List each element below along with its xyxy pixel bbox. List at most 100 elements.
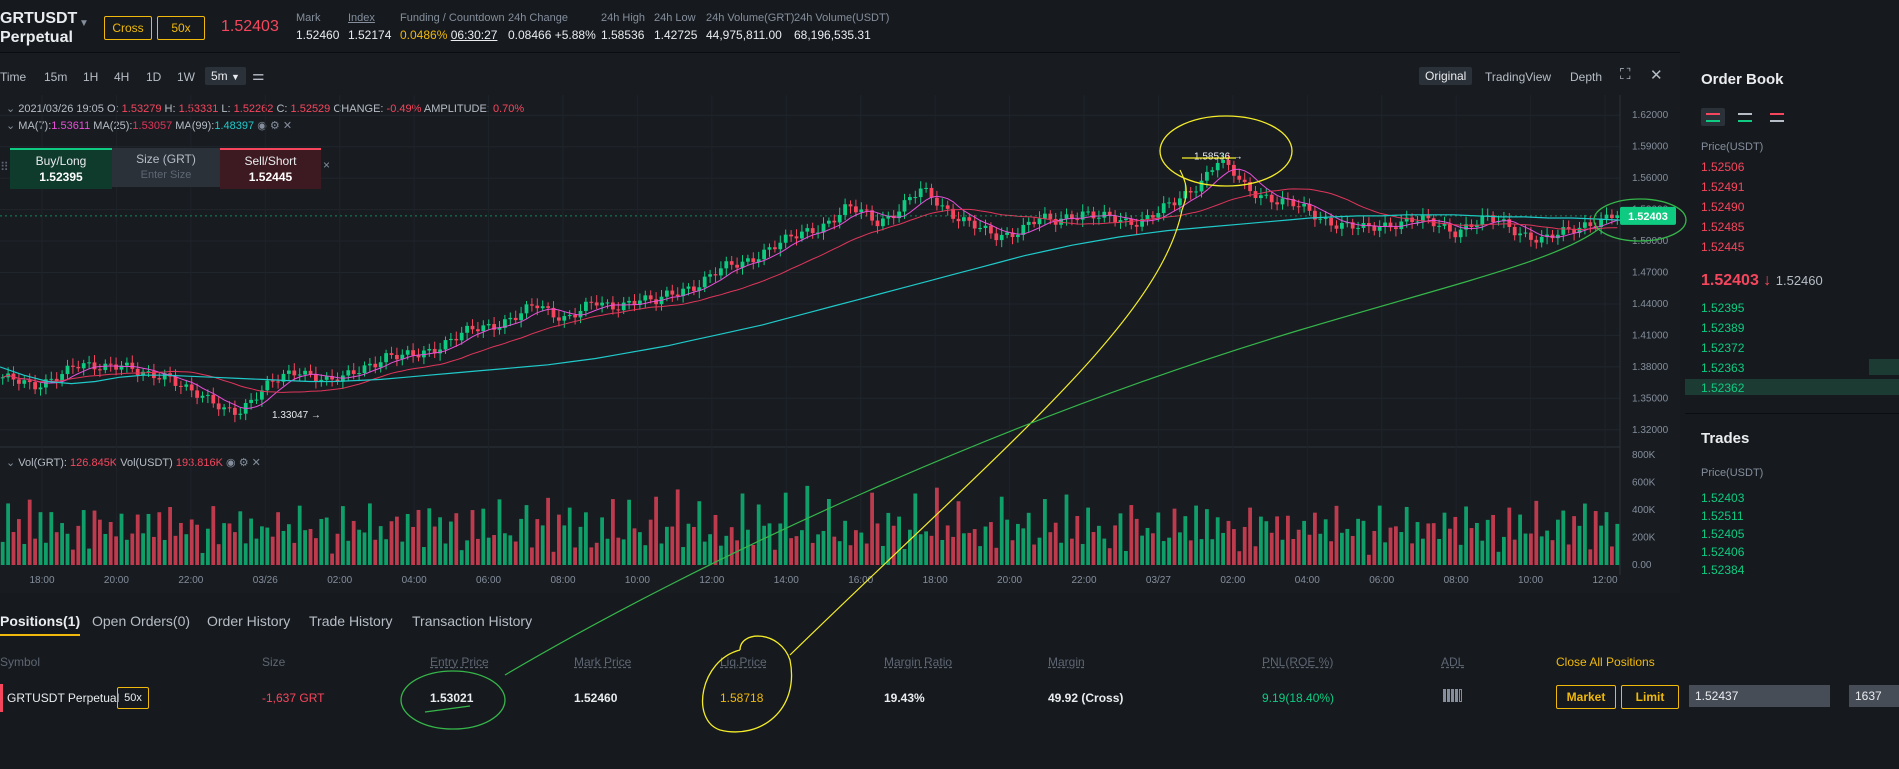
candle-body: [875, 220, 880, 227]
limit-close-button[interactable]: Limit: [1621, 685, 1679, 709]
volume-bar: [870, 492, 874, 565]
volume-bar: [1383, 542, 1387, 565]
tab-open-orders[interactable]: Open Orders(0): [92, 613, 190, 629]
volume-bar: [578, 526, 583, 565]
chevron-down-icon[interactable]: ▼: [79, 18, 89, 29]
view-tradingview-tab[interactable]: TradingView: [1485, 70, 1551, 84]
book-both-view-icon[interactable]: [1701, 108, 1725, 126]
candle-body: [627, 300, 631, 303]
interval-5m-dropdown[interactable]: 5m ▼: [205, 67, 246, 85]
bid-row[interactable]: 1.52363: [1701, 361, 1744, 375]
volume-bar: [1410, 543, 1414, 565]
ask-row[interactable]: 1.52490: [1701, 200, 1744, 214]
bid-row[interactable]: 1.52395: [1701, 301, 1744, 315]
tab-transaction-history[interactable]: Transaction History: [412, 613, 532, 629]
position-margin[interactable]: 49.92 (Cross): [1048, 691, 1123, 705]
interval-1h[interactable]: 1H: [83, 70, 98, 84]
close-all-positions-link[interactable]: Close All Positions: [1556, 655, 1655, 669]
leverage-button[interactable]: 50x: [157, 16, 205, 40]
candle-body: [1183, 191, 1188, 199]
close-quantity-input[interactable]: 1637: [1849, 685, 1899, 707]
candle-body: [179, 385, 183, 387]
view-depth-tab[interactable]: Depth: [1570, 70, 1602, 84]
book-bids-view-icon[interactable]: [1733, 108, 1757, 126]
buy-long-button[interactable]: Buy/Long 1.52395: [10, 148, 112, 189]
price-column-header: Price(USDT): [1701, 141, 1764, 153]
ask-row[interactable]: 1.52506: [1701, 160, 1744, 174]
close-icon[interactable]: ✕: [1650, 66, 1663, 84]
interval-1d[interactable]: 1D: [146, 70, 161, 84]
book-asks-view-icon[interactable]: [1765, 108, 1789, 126]
bid-row[interactable]: 1.52362: [1701, 381, 1744, 395]
candle-body: [1539, 236, 1544, 243]
x-tick-label: 04:00: [402, 575, 427, 586]
size-input[interactable]: Size (GRT) Enter Size: [112, 148, 220, 187]
x-tick-label: 03/26: [253, 575, 278, 586]
candle-body: [1356, 227, 1360, 229]
stat-value: 44,975,811.00: [706, 28, 782, 42]
volume-bar: [476, 538, 480, 565]
interval-15m[interactable]: 15m: [44, 70, 67, 84]
bid-row[interactable]: 1.52372: [1701, 341, 1744, 355]
chart-settings-icon[interactable]: ⚌: [252, 67, 265, 84]
volume-bar: [767, 523, 772, 565]
trades-title: Trades: [1701, 430, 1750, 447]
candle-body: [357, 373, 361, 375]
buy-label: Buy/Long: [35, 154, 87, 168]
sell-short-button[interactable]: Sell/Short 1.52445: [220, 148, 321, 189]
size-label: Size (GRT): [136, 152, 196, 166]
candle-body: [125, 362, 129, 366]
symbol-selector[interactable]: GRTUSDT Perpetual: [0, 9, 77, 47]
volume-bar: [297, 505, 302, 565]
volume-bar: [978, 546, 982, 565]
volume-bar: [1097, 525, 1101, 565]
bid-row[interactable]: 1.52389: [1701, 321, 1744, 335]
candle-body: [1032, 221, 1036, 225]
volume-bar: [913, 493, 918, 565]
stat-24h-high: 24h High 1.58536: [601, 12, 645, 42]
market-close-button[interactable]: Market: [1556, 685, 1616, 709]
drag-handle-icon[interactable]: ⠿: [0, 160, 9, 174]
candle-body: [594, 302, 599, 306]
volume-bar: [1167, 537, 1171, 565]
interval-1w[interactable]: 1W: [177, 70, 195, 84]
tab-positions[interactable]: Positions(1): [0, 613, 81, 636]
volume-bar: [638, 532, 642, 565]
ask-row[interactable]: 1.52491: [1701, 180, 1744, 194]
fullscreen-icon[interactable]: ⛶: [1620, 66, 1631, 83]
volume-bar: [740, 493, 745, 565]
volume-bar: [1550, 540, 1555, 565]
candle-body: [675, 294, 680, 297]
stat-label: Funding / Countdown: [400, 12, 505, 24]
col-pnl: PNL(ROE %): [1262, 655, 1334, 669]
volume-bar: [1232, 529, 1236, 565]
tab-trade-history[interactable]: Trade History: [309, 613, 393, 629]
volume-bar: [924, 531, 928, 565]
candle-body: [1215, 162, 1220, 171]
volume-bar: [308, 528, 313, 565]
volume-bar: [1215, 517, 1220, 565]
candle-body: [1178, 198, 1182, 206]
volume-bar: [643, 545, 648, 565]
volume-bar: [1518, 514, 1522, 565]
candle-body: [270, 380, 275, 382]
volume-bar: [200, 552, 205, 565]
candle-body: [378, 362, 383, 368]
margin-mode-button[interactable]: Cross: [104, 16, 152, 40]
candle-body: [1102, 211, 1107, 218]
position-leverage[interactable]: 50x: [117, 687, 149, 709]
ask-row[interactable]: 1.52445: [1701, 240, 1744, 254]
close-price-input[interactable]: 1.52437: [1689, 685, 1830, 707]
close-icon[interactable]: ×: [323, 158, 330, 172]
volume-bar: [17, 519, 21, 565]
volume-bar: [1318, 533, 1323, 565]
tab-order-history[interactable]: Order History: [207, 613, 290, 629]
view-original-tab[interactable]: Original: [1419, 67, 1473, 85]
interval-4h[interactable]: 4H: [114, 70, 129, 84]
volume-bar: [1588, 549, 1593, 565]
position-symbol[interactable]: GRTUSDT Perpetual: [7, 691, 119, 705]
candle-body: [951, 208, 955, 219]
ask-row[interactable]: 1.52485: [1701, 220, 1744, 234]
volume-bar: [897, 516, 901, 565]
interval-time[interactable]: Time: [0, 70, 26, 84]
